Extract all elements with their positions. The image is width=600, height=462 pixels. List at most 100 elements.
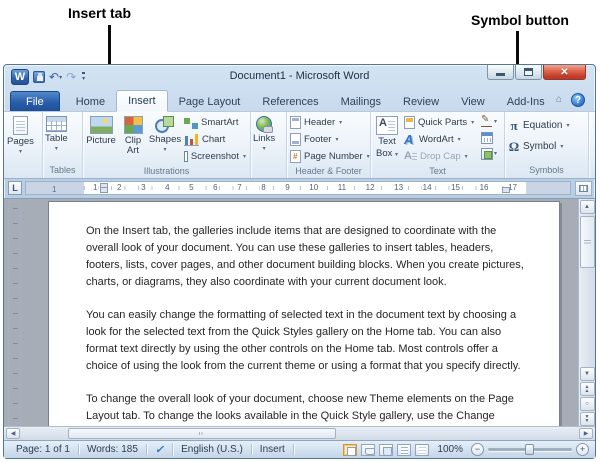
draft-view-button[interactable] [415,443,430,456]
header-footer-group-label: Header & Footer [295,166,362,176]
tables-group-label: Tables [49,165,76,175]
pages-button-label: Pages [7,136,34,147]
undo-button[interactable]: ↶▾ [49,71,62,84]
word-count-status[interactable]: Words: 185 [79,444,147,455]
dropdown-icon: ▾ [464,153,468,160]
object-icon [481,147,493,160]
wordart-button-label: WordArt [419,134,454,145]
insert-mode-status[interactable]: Insert [252,444,294,455]
chart-button[interactable]: Chart [182,131,248,148]
redo-button[interactable]: ↷ [66,71,76,83]
status-bar-right: 100% − + [343,443,591,456]
symbol-button-callout-label: Symbol button [471,12,569,28]
full-screen-reading-view-button[interactable] [361,443,376,456]
vertical-scrollbar-thumb[interactable] [579,216,595,268]
shapes-button[interactable]: Shapes ▾ [148,114,182,165]
zoom-slider[interactable] [488,444,572,455]
page-count-status[interactable]: Page: 1 of 1 [8,444,79,455]
ribbon-group-links: Links ▾ [251,112,287,178]
scroll-up-button[interactable]: ▲ [579,200,595,214]
title-bar[interactable]: Document1 - Microsoft Word W ↶▾ ↷ ▾ ✕ [4,65,595,89]
view-ruler-toggle-button[interactable] [575,181,592,196]
drop-cap-button[interactable]: Drop Cap ▾ [402,148,478,165]
ruler-number: 6 [212,183,219,192]
minimize-button[interactable] [487,65,514,80]
tab-mailings[interactable]: Mailings [330,92,392,111]
help-button[interactable]: ? [571,93,585,107]
horizontal-scrollbar-thumb[interactable] [68,428,336,439]
web-layout-view-button[interactable] [379,443,394,456]
language-status[interactable]: English (U.S.) [173,444,252,455]
tab-add-ins[interactable]: Add-Ins [496,92,556,111]
document-page[interactable]: On the Insert tab, the galleries include… [48,201,560,426]
tab-file[interactable]: File [10,91,60,111]
left-indent-marker[interactable] [100,187,108,193]
equation-button[interactable]: π Equation ▾ [506,114,572,135]
customize-qat-button[interactable]: ▾ [82,72,86,82]
minimize-ribbon-icon[interactable]: ⌂ [556,95,562,105]
tab-page-layout[interactable]: Page Layout [168,92,252,111]
quick-parts-button[interactable]: Quick Parts ▾ [402,114,478,131]
right-indent-marker[interactable] [502,187,510,193]
pages-icon [12,116,28,135]
select-browse-object-button[interactable]: ○ [579,397,595,411]
ruler-number: 8 [260,183,267,192]
tab-row-right-controls: ⌂ ? [556,93,585,107]
page-number-button[interactable]: Page Number ▾ [288,148,372,165]
horizontal-scrollbar[interactable]: ◀ ▶ [4,426,595,440]
zoom-in-button[interactable]: + [576,443,589,456]
table-button[interactable]: Table ▾ [44,114,69,164]
save-icon[interactable] [33,71,45,83]
word-app-icon[interactable]: W [11,69,29,85]
picture-button[interactable]: Picture [84,114,118,165]
tab-insert[interactable]: Insert [116,90,168,112]
zoom-out-button[interactable]: − [471,443,484,456]
dropdown-icon: ▾ [54,146,58,152]
outline-view-button[interactable] [397,443,412,456]
ruler-number: 9 [284,183,291,192]
tab-review[interactable]: Review [392,92,450,111]
browse-previous-button[interactable]: ▲ ▲ [579,382,595,396]
date-time-button[interactable] [481,130,497,145]
object-button[interactable]: ▾ [481,146,497,161]
tab-references[interactable]: References [251,92,329,111]
scroll-down-button[interactable]: ▼ [579,367,595,381]
footer-button[interactable]: Footer ▾ [288,131,372,148]
zoom-out-icon: − [474,444,481,454]
chart-icon [184,133,199,146]
tab-view[interactable]: View [450,92,496,111]
dropdown-icon: ▾ [471,119,475,126]
smartart-button[interactable]: SmartArt [182,114,248,131]
scroll-right-button[interactable]: ▶ [579,428,593,439]
symbol-omega-icon: Ω [508,138,520,154]
ruler-numbers: 1 2 3 4 5 6 7 8 9 10 11 12 13 14 15 16 17 [84,182,526,194]
tab-home[interactable]: Home [65,92,116,111]
signature-line-button[interactable]: ▾ [481,114,497,129]
dropdown-icon: ▾ [335,136,339,143]
clip-art-button[interactable]: Clip Art [118,114,148,165]
zoom-level[interactable]: 100% [433,444,467,455]
ribbon-group-tables: Table ▾ Tables [43,112,83,178]
close-button[interactable]: ✕ [543,65,586,80]
ruler-number: 2 [116,183,123,192]
vertical-scrollbar[interactable]: ▲ ▼ ▲ ▲ ○ ▼ ▼ [578,199,595,426]
picture-button-label: Picture [86,135,116,146]
header-button[interactable]: Header ▾ [288,114,372,131]
equation-pi-icon: π [510,117,518,133]
scroll-left-button[interactable]: ◀ [6,428,20,439]
wordart-button[interactable]: WordArt ▾ [402,131,478,148]
dropdown-icon: ▾ [366,153,370,160]
text-box-button[interactable]: Text Box ▾ [372,114,402,165]
document-paragraph: To change the overall look of your docum… [86,393,514,422]
links-button[interactable]: Links ▾ [252,114,276,164]
symbol-button[interactable]: Ω Symbol ▾ [506,135,572,156]
browse-next-button[interactable]: ▼ ▼ [579,412,595,426]
tab-selector-button[interactable]: L [8,181,22,195]
ribbon-group-header-footer: Header ▾ Footer ▾ Page Number ▾ [287,112,371,178]
zoom-slider-thumb[interactable] [525,444,534,455]
print-layout-view-button[interactable] [343,443,358,456]
pages-button[interactable]: Pages ▾ [6,114,35,164]
restore-button[interactable] [515,65,542,80]
proofing-status-button[interactable]: ✓ [147,443,174,456]
screenshot-button[interactable]: Screenshot ▾ [182,148,248,165]
